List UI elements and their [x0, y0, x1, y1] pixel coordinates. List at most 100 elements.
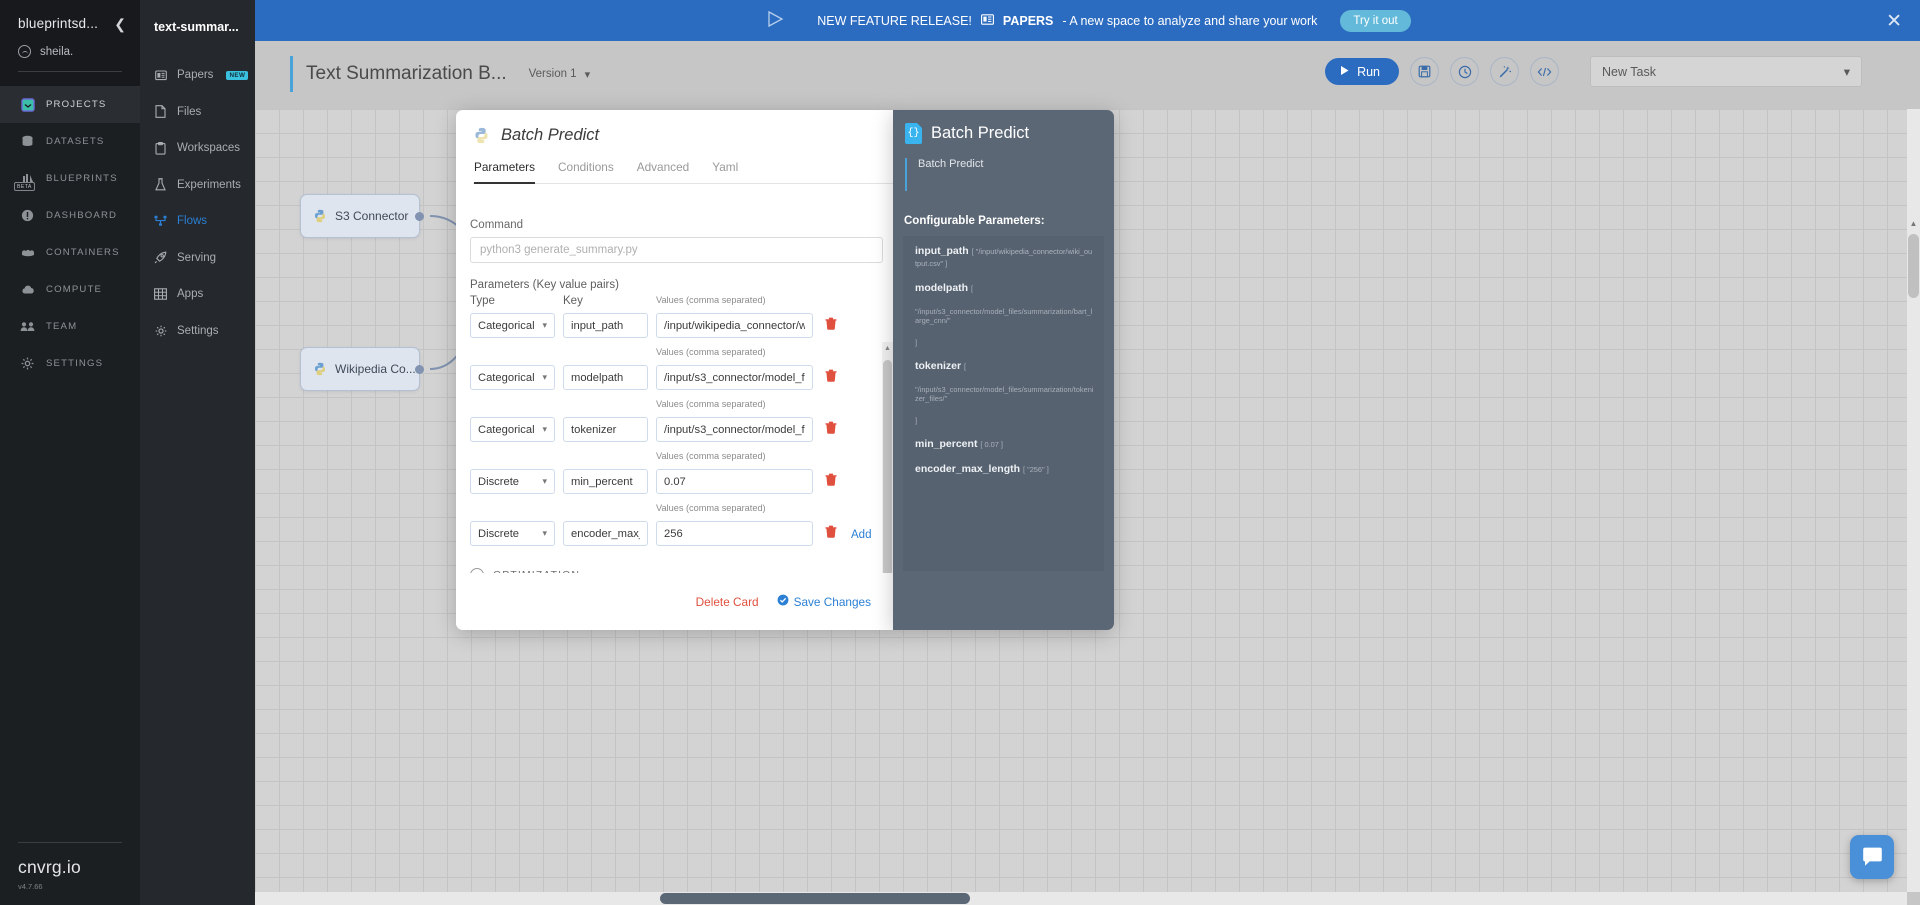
- team-icon: [20, 319, 35, 334]
- param-type-value: Discrete: [478, 527, 520, 540]
- tab-advanced[interactable]: Advanced: [637, 160, 689, 184]
- sidebar-item-files[interactable]: Files: [140, 94, 255, 131]
- task-select-value: New Task: [1602, 64, 1656, 79]
- param-values-input[interactable]: [656, 521, 813, 546]
- sidebar-item-containers[interactable]: CONTAINERS: [0, 234, 140, 271]
- check-circle-icon: [777, 594, 789, 609]
- divider: [18, 842, 122, 843]
- parameter-row: Type Categorical ▾ Key Values (comma sep…: [470, 295, 871, 338]
- chat-bubble-icon[interactable]: [1850, 835, 1894, 879]
- param-type-select[interactable]: Categorical ▾: [470, 365, 555, 390]
- param-values-input[interactable]: [656, 365, 813, 390]
- gear-icon: [154, 324, 167, 337]
- delete-card-button[interactable]: Delete Card: [696, 595, 759, 609]
- column-header-key: Key: [563, 295, 583, 307]
- modal-tabs: Parameters Conditions Advanced Yaml: [473, 160, 893, 184]
- scrollbar-thumb[interactable]: [883, 360, 892, 576]
- sidebar-item-project-settings[interactable]: Settings: [140, 313, 255, 350]
- info-panel-title: Batch Predict: [931, 124, 1030, 142]
- sidebar-item-datasets[interactable]: DATASETS: [0, 123, 140, 160]
- run-button[interactable]: Run: [1325, 58, 1399, 85]
- sidebar-item-label: DATASETS: [46, 136, 105, 147]
- canvas-vertical-scrollbar[interactable]: ▲: [1907, 109, 1920, 892]
- param-values-input[interactable]: [656, 469, 813, 494]
- param-values-input[interactable]: [656, 313, 813, 338]
- param-key-input[interactable]: [563, 521, 648, 546]
- magic-wand-icon[interactable]: [1490, 57, 1519, 86]
- scroll-up-icon[interactable]: ▲: [883, 344, 892, 354]
- beta-badge: BETA: [14, 182, 35, 191]
- param-type-select[interactable]: Discrete ▾: [470, 469, 555, 494]
- sidebar-item-experiments[interactable]: Experiments: [140, 167, 255, 204]
- scrollbar-thumb[interactable]: [1908, 234, 1919, 298]
- config-param: min_percent [ 0.07 ]: [915, 438, 1094, 450]
- primary-sidebar-header: blueprintsd... ❮ sheila.: [0, 0, 140, 86]
- task-select[interactable]: New Task ▾: [1590, 56, 1862, 87]
- param-values-input[interactable]: [656, 417, 813, 442]
- param-key-input[interactable]: [563, 417, 648, 442]
- configurable-parameters-list: input_path [ "/input/wikipedia_connector…: [903, 236, 1104, 571]
- config-param: tokenizer [: [915, 360, 1094, 372]
- flow-node-wikipedia-connector[interactable]: Wikipedia Co...: [300, 347, 424, 391]
- canvas-horizontal-scrollbar[interactable]: [255, 892, 1907, 905]
- command-input[interactable]: [470, 237, 883, 263]
- code-icon[interactable]: [1530, 57, 1559, 86]
- sidebar-item-projects[interactable]: PROJECTS: [0, 86, 140, 123]
- close-icon[interactable]: ✕: [1886, 12, 1902, 31]
- sidebar-item-settings[interactable]: SETTINGS: [0, 345, 140, 382]
- sidebar-item-dashboard[interactable]: DASHBOARD: [0, 197, 140, 234]
- version-label[interactable]: Version 1: [529, 68, 577, 80]
- parameters-section-label: Parameters (Key value pairs): [470, 279, 619, 291]
- tab-conditions[interactable]: Conditions: [558, 160, 614, 184]
- sidebar-item-compute[interactable]: COMPUTE: [0, 271, 140, 308]
- config-param-value-line: "/input/s3_connector/model_files/summari…: [915, 307, 1093, 326]
- trash-icon[interactable]: [825, 473, 837, 489]
- node-output-port[interactable]: [415, 364, 424, 374]
- trash-icon[interactable]: [825, 369, 837, 385]
- param-type-value: Categorical: [478, 371, 535, 384]
- sidebar-item-flows[interactable]: Flows: [140, 203, 255, 240]
- scroll-up-icon[interactable]: ▲: [1908, 219, 1919, 232]
- scrollbar-thumb[interactable]: [660, 893, 970, 904]
- param-type-select[interactable]: Discrete ▾: [470, 521, 555, 546]
- sidebar-item-label: Flows: [177, 215, 208, 228]
- flow-node-s3-connector[interactable]: S3 Connector: [300, 194, 424, 238]
- sidebar-item-team[interactable]: TEAM: [0, 308, 140, 345]
- sidebar-item-blueprints[interactable]: BETA BLUEPRINTS: [0, 160, 140, 197]
- history-icon[interactable]: [1450, 57, 1479, 86]
- config-param-name: min_percent: [915, 438, 978, 451]
- file-icon: [154, 105, 167, 119]
- banner-text: - A new space to analyze and share your …: [1062, 13, 1318, 28]
- trash-icon[interactable]: [825, 317, 837, 333]
- sidebar-item-papers[interactable]: Papers NEW: [140, 57, 255, 94]
- parameter-row: Categorical ▾ Values (comma separated): [470, 347, 871, 390]
- org-switcher[interactable]: blueprintsd... ❮: [0, 16, 140, 31]
- trash-icon[interactable]: [825, 525, 837, 541]
- param-key-input[interactable]: [563, 313, 648, 338]
- try-it-out-button[interactable]: Try it out: [1340, 9, 1411, 32]
- add-parameter-link[interactable]: Add: [851, 529, 871, 541]
- sidebar-item-workspaces[interactable]: Workspaces: [140, 130, 255, 167]
- tab-parameters[interactable]: Parameters: [474, 160, 535, 184]
- papers-icon: [154, 69, 167, 82]
- param-type-select[interactable]: Categorical ▾: [470, 313, 555, 338]
- chevron-left-icon[interactable]: ❮: [114, 17, 126, 31]
- tab-yaml[interactable]: Yaml: [712, 160, 738, 184]
- param-key-input[interactable]: [563, 365, 648, 390]
- param-type-select[interactable]: Categorical ▾: [470, 417, 555, 442]
- config-param: input_path [ "/input/wikipedia_connector…: [915, 245, 1094, 269]
- user-row[interactable]: sheila.: [0, 31, 140, 58]
- secondary-sidebar: text-summar... Papers NEW Files Workspac…: [140, 0, 255, 905]
- play-icon: [1339, 65, 1350, 79]
- save-changes-button[interactable]: Save Changes: [777, 594, 871, 609]
- param-key-input[interactable]: [563, 469, 648, 494]
- trash-icon[interactable]: [825, 421, 837, 437]
- python-icon: [473, 127, 490, 144]
- node-output-port[interactable]: [415, 211, 424, 221]
- sidebar-item-apps[interactable]: Apps: [140, 276, 255, 313]
- new-badge: NEW: [226, 70, 249, 80]
- chevron-down-icon[interactable]: ▾: [585, 68, 591, 81]
- save-flow-icon[interactable]: [1410, 57, 1439, 86]
- sidebar-item-label: Apps: [177, 288, 204, 301]
- sidebar-item-serving[interactable]: Serving: [140, 240, 255, 277]
